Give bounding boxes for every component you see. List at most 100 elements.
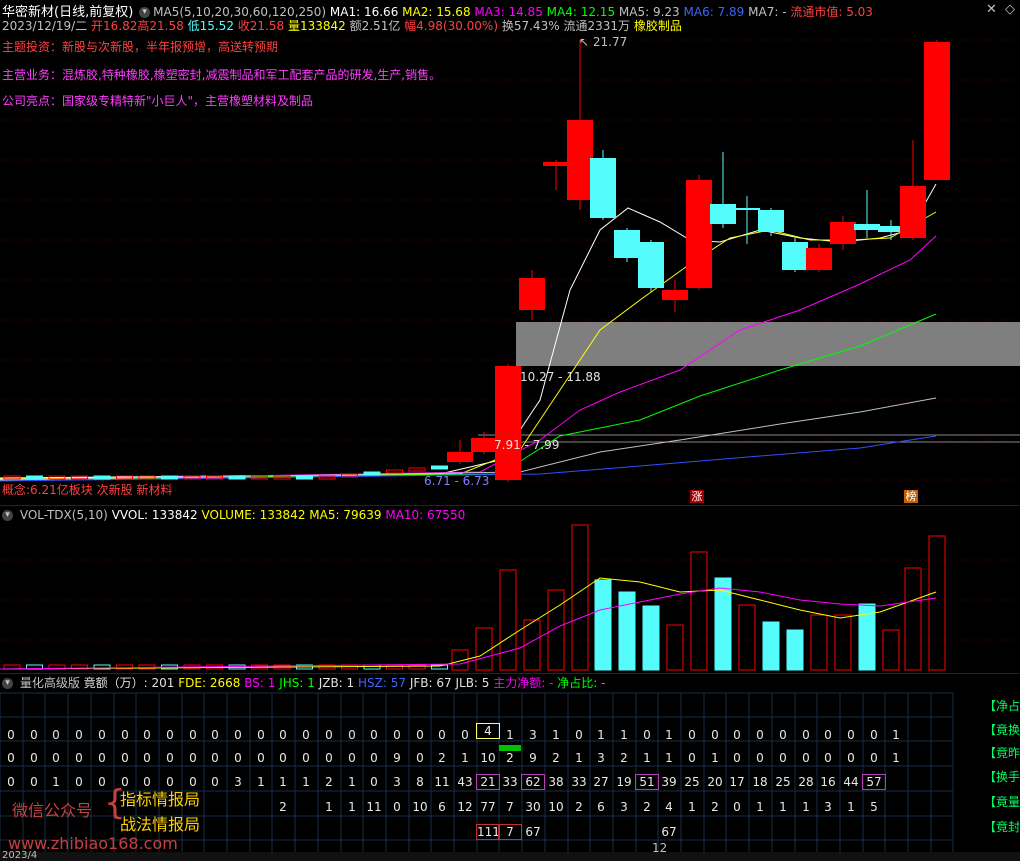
- quant-indicator-name[interactable]: 量化高级版: [20, 676, 80, 690]
- volume-bar: [904, 567, 922, 671]
- candle-small: [318, 475, 336, 480]
- quant-cell: 0: [393, 800, 401, 814]
- quant-cell: 18: [752, 775, 768, 789]
- quant-cell: 9: [393, 751, 401, 765]
- quant-cell: 0: [733, 800, 741, 814]
- quant-cell: 0: [7, 775, 15, 789]
- quant-cell: 1: [665, 728, 673, 742]
- quant-cell: 1: [348, 800, 356, 814]
- float-shares: 流通2331万: [563, 19, 630, 33]
- candle-body: [830, 222, 856, 244]
- quant-settings-icon[interactable]: ▾: [2, 678, 13, 689]
- quant-cell: 0: [75, 751, 83, 765]
- right-label-turnover[interactable]: 【换手: [984, 768, 1020, 785]
- quant-cell: 0: [733, 751, 741, 765]
- candle-body: [710, 204, 736, 224]
- quant-cell: 0: [121, 751, 129, 765]
- date-label: 2023/12/19/二: [2, 19, 88, 33]
- change-value: 幅4.98(30.00%): [404, 19, 499, 33]
- close-icon[interactable]: ✕: [986, 2, 997, 17]
- volume-settings-icon[interactable]: ▾: [2, 510, 13, 521]
- quant-cell: 0: [393, 728, 401, 742]
- quant-cell: 0: [688, 751, 696, 765]
- candle-body: [662, 290, 688, 300]
- quant-cell: 0: [824, 751, 832, 765]
- time-axis[interactable]: [0, 852, 1020, 861]
- right-label-net-ratio[interactable]: 【净占: [984, 697, 1020, 714]
- vol-indicator-name[interactable]: VOL-TDX(5,10): [20, 508, 108, 522]
- ma7-value: MA7: -: [748, 5, 787, 19]
- candle-small: [26, 475, 43, 480]
- jzb-value: JZB: 1: [318, 676, 355, 690]
- quant-cell: 1: [711, 751, 719, 765]
- vol-ma10-value: MA10: 67550: [385, 508, 466, 522]
- industry-label[interactable]: 橡胶制品: [634, 19, 682, 33]
- quant-cell: 1: [643, 751, 651, 765]
- quant-cell: 1: [892, 751, 900, 765]
- quant-cell: 28: [798, 775, 814, 789]
- candle-small: [228, 475, 246, 480]
- quant-cell: 0: [847, 728, 855, 742]
- hsz-value: HSZ: 57: [358, 676, 406, 690]
- quant-cell: 0: [847, 751, 855, 765]
- watermark-wechat: 微信公众号: [12, 801, 93, 820]
- quant-cell: 1: [257, 775, 265, 789]
- net-ratio-value: 净占比: -: [557, 676, 606, 690]
- quant-cell: 43: [457, 775, 473, 789]
- quant-cell: 0: [166, 728, 174, 742]
- watermark-line1: 指标情报局: [120, 790, 201, 809]
- candle-small: [296, 475, 313, 480]
- watermark-line2: 战法情报局: [120, 815, 201, 834]
- quant-cell: 2: [620, 751, 628, 765]
- quant-cell: 0: [211, 728, 219, 742]
- high-price-value: 21.77: [592, 35, 628, 49]
- quant-cell: 4: [476, 723, 500, 739]
- quant-cell: 1: [52, 775, 60, 789]
- jlb-value: JLB: 5: [455, 676, 490, 690]
- right-label-bid-seal[interactable]: 【竟封: [984, 818, 1020, 835]
- limit-up-badge[interactable]: 涨: [690, 490, 704, 503]
- volume-bar-small: [386, 664, 403, 670]
- quant-cell: 1: [892, 728, 900, 742]
- quant-cell: 0: [325, 728, 333, 742]
- quant-cell: 0: [370, 775, 378, 789]
- axis-month-label: 12: [652, 841, 668, 855]
- quant-cell: 0: [143, 751, 151, 765]
- quant-cell: 0: [98, 751, 106, 765]
- quant-cell: 7: [506, 800, 514, 814]
- quant-cell: 0: [348, 728, 356, 742]
- quant-cell: 12: [457, 800, 473, 814]
- quant-cell: 0: [143, 728, 151, 742]
- quant-cell: 0: [98, 728, 106, 742]
- quant-cell: 39: [661, 775, 677, 789]
- right-label-bid-yesterday[interactable]: 【竟昨: [984, 744, 1020, 761]
- quant-cell: 0: [189, 751, 197, 765]
- quant-cell: 0: [279, 728, 287, 742]
- quant-cell: 0: [302, 751, 310, 765]
- rank-badge[interactable]: 榜: [904, 490, 918, 503]
- quant-panel-title: ▾ 量化高级版 竟额（万）: 201 FDE: 2668 BS: 1 JHS: …: [0, 675, 605, 691]
- quant-cell: 67: [661, 825, 677, 839]
- open-value: 开16.82: [91, 19, 138, 33]
- theme-text: 主题投资：新股与次新股，半年报预增，高送转预期: [2, 40, 279, 54]
- main-flow-value: 主力净额: -: [493, 676, 554, 690]
- zone3-label: 6.71 - 6.73: [424, 474, 490, 488]
- expand-icon[interactable]: ◇: [1005, 2, 1015, 17]
- quant-cell: 4: [665, 800, 673, 814]
- candle-body: [758, 210, 784, 232]
- quant-cell: 1: [688, 800, 696, 814]
- quant-cell: 0: [643, 728, 651, 742]
- quant-cell: 1: [506, 728, 514, 742]
- turnover-value: 换57.43%: [501, 19, 560, 33]
- quant-cell: 1: [665, 751, 673, 765]
- candle-small: [408, 467, 426, 472]
- right-label-bid-volume[interactable]: 【竟量: [984, 793, 1020, 810]
- quant-cell: 1: [847, 800, 855, 814]
- right-label-bid-turnover[interactable]: 【竟换手: [984, 721, 1020, 738]
- quant-cell: 25: [775, 775, 791, 789]
- quant-cell: 2: [711, 800, 719, 814]
- candle-body: [924, 42, 950, 180]
- quant-cell: 0: [189, 728, 197, 742]
- quant-cell: 2: [438, 751, 446, 765]
- candle-small: [161, 475, 178, 480]
